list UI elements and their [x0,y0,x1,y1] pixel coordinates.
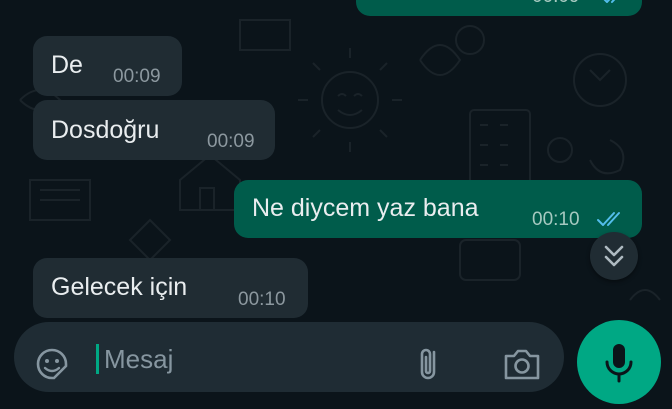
message-text: De [51,51,83,79]
message-time: 00:09 [113,66,161,87]
message-bubble-outgoing[interactable]: Ne diycem yaz bana 00:10 [234,180,642,238]
scroll-to-bottom-button[interactable] [590,232,638,280]
sticker-icon[interactable] [32,344,72,384]
message-text: Dosdoğru [51,116,160,144]
voice-message-button[interactable] [577,320,661,404]
message-bubble-incoming[interactable]: Gelecek için 00:10 [33,258,308,318]
camera-icon[interactable] [500,344,544,384]
double-chevron-down-icon [604,245,624,267]
message-time: 00:10 [238,289,286,310]
message-time: 00:09 [207,131,255,152]
message-time: 00:09 [532,0,580,8]
message-bubble-incoming[interactable]: De 00:09 [33,36,182,96]
double-check-icon [597,212,620,226]
message-text: Gelecek için [51,273,188,301]
text-cursor [96,344,99,374]
message-input[interactable] [102,336,406,382]
microphone-icon [605,344,633,383]
double-check-icon [603,0,616,3]
message-time: 00:10 [532,209,580,230]
message-bubble-incoming[interactable]: Dosdoğru 00:09 [33,100,275,160]
message-text: Ne diycem yaz bana [252,194,479,222]
paperclip-icon[interactable] [410,344,450,384]
message-bubble-partial[interactable]: 00:09 [356,0,642,16]
